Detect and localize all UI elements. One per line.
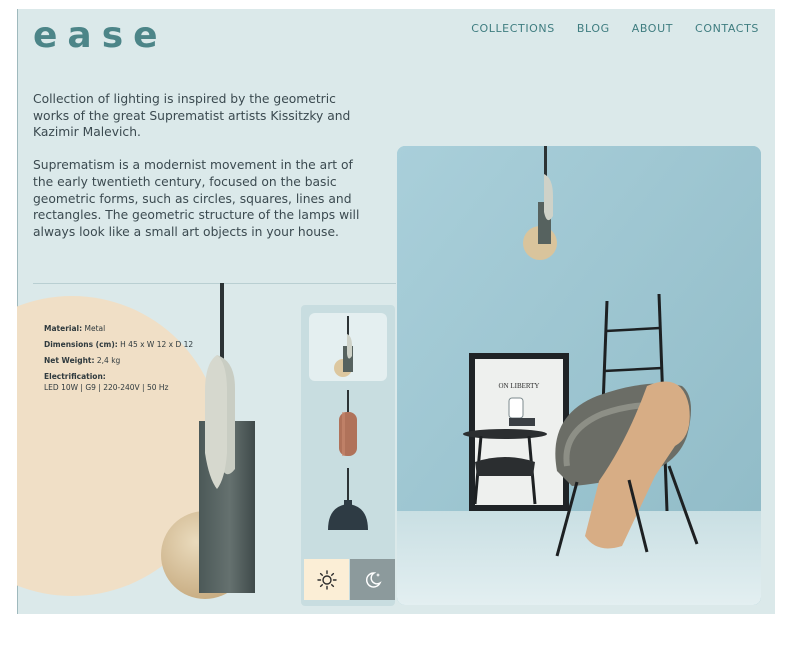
spec-label: Electrification:	[44, 372, 106, 381]
variant-thumb-1[interactable]	[309, 313, 387, 381]
variant-thumb-3[interactable]	[309, 468, 387, 537]
intro-paragraph-2: Suprematism is a modernist movement in t…	[33, 158, 360, 239]
moon-icon	[365, 571, 382, 588]
spec-label: Dimensions (cm):	[44, 340, 118, 349]
day-mode-button[interactable]	[304, 559, 349, 600]
dome-lamp-image	[328, 468, 368, 530]
room-photo: ON LIBERTY	[397, 146, 761, 605]
pendant-lamp-image	[161, 283, 255, 599]
pendant-thumb-image	[334, 316, 353, 377]
room-scene: ON LIBERTY	[397, 146, 761, 605]
spec-label: Material:	[44, 324, 83, 333]
spec-value: Metal	[84, 324, 106, 333]
copper-lamp-image	[339, 390, 357, 456]
brand-logo[interactable]: ease	[33, 15, 168, 56]
variant-panel	[301, 305, 395, 606]
variant-thumb-2[interactable]	[309, 390, 387, 459]
page-canvas: ease COLLECTIONS BLOG ABOUT CONTACTS Col…	[17, 9, 775, 614]
poster-title: ON LIBERTY	[499, 382, 540, 390]
intro-paragraph-1: Collection of lighting is inspired by th…	[33, 92, 351, 140]
spec-label: Net Weight:	[44, 356, 95, 365]
nav-contacts[interactable]: CONTACTS	[695, 22, 759, 35]
spec-value: 2,4 kg	[96, 356, 121, 365]
nav-collections[interactable]: COLLECTIONS	[471, 22, 555, 35]
sun-icon	[316, 569, 337, 590]
nav-about[interactable]: ABOUT	[632, 22, 673, 35]
main-nav: COLLECTIONS BLOG ABOUT CONTACTS	[471, 22, 759, 35]
intro-text: Collection of lighting is inspired by th…	[33, 91, 373, 257]
night-mode-button[interactable]	[350, 559, 395, 600]
nav-blog[interactable]: BLOG	[577, 22, 610, 35]
